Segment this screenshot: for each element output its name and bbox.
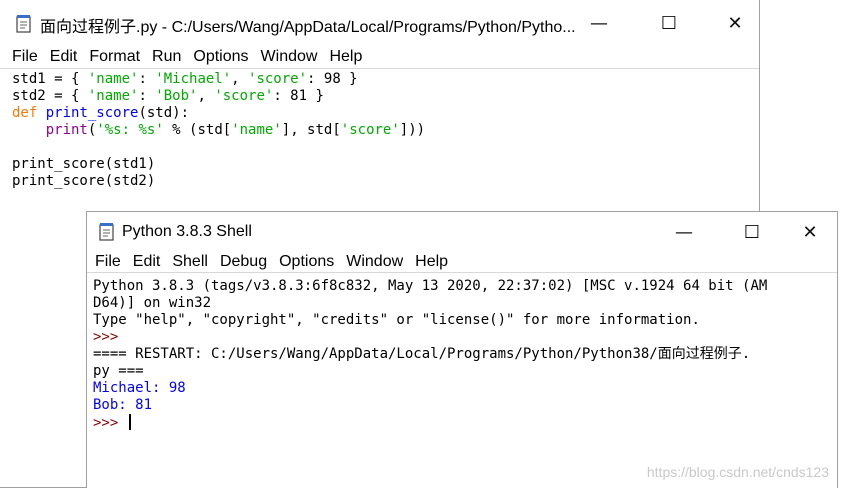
code-token: print_score(std2) xyxy=(12,173,156,189)
code-line: def print_score(std): xyxy=(12,105,425,122)
maximize-icon: ☐ xyxy=(743,221,761,243)
code-token: std1 = { xyxy=(12,71,88,87)
shell-menu-help[interactable]: Help xyxy=(409,253,454,271)
maximize-icon: ☐ xyxy=(660,12,678,34)
code-token: def xyxy=(12,105,38,121)
code-token: ])) xyxy=(399,122,426,138)
editor-title: 面向过程例子.py - C:/Users/Wang/AppData/Local/… xyxy=(40,19,576,36)
code-token: py === xyxy=(93,363,144,379)
editor-menu-file[interactable]: File xyxy=(6,48,44,66)
code-token: >>> xyxy=(93,415,127,431)
minimize-button[interactable]: — xyxy=(661,212,707,252)
code-token: Type "help", "copyright", "credits" or "… xyxy=(93,312,700,328)
code-token: 'score' xyxy=(214,88,274,104)
code-token: ==== RESTART: C:/Users/Wang/AppData/Loca… xyxy=(93,346,751,362)
code-line: print('%s: %s' % (std['name'], std['scor… xyxy=(12,122,425,139)
editor-menu-format[interactable]: Format xyxy=(83,48,146,66)
code-token: '%s: %s' xyxy=(96,122,164,138)
shell-output-area[interactable]: Python 3.8.3 (tags/v3.8.3:6f8c832, May 1… xyxy=(93,278,767,431)
shell-line: >>> xyxy=(93,414,767,431)
editor-menu-run[interactable]: Run xyxy=(146,48,187,66)
shell-line: Python 3.8.3 (tags/v3.8.3:6f8c832, May 1… xyxy=(93,278,767,295)
shell-line: Michael: 98 xyxy=(93,380,767,397)
close-icon: ✕ xyxy=(727,12,743,34)
editor-menu-window[interactable]: Window xyxy=(255,48,324,66)
editor-menu-edit[interactable]: Edit xyxy=(44,48,84,66)
code-token: print xyxy=(45,122,88,138)
code-token: 'name' xyxy=(87,71,139,87)
code-token: 'Bob' xyxy=(155,88,198,104)
shell-menu-file[interactable]: File xyxy=(89,253,127,271)
code-token: Michael: 98 xyxy=(93,380,186,396)
editor-menubar: File Edit Format Run Options Window Help xyxy=(0,46,759,68)
shell-line: ==== RESTART: C:/Users/Wang/AppData/Loca… xyxy=(93,346,767,363)
code-token: print_score xyxy=(45,105,139,121)
shell-line: D64)] on win32 xyxy=(93,295,767,312)
minimize-button[interactable]: — xyxy=(576,0,622,46)
shell-title: Python 3.8.3 Shell xyxy=(122,223,252,240)
code-line: print_score(std2) xyxy=(12,173,425,190)
shell-titlebar[interactable]: Python 3.8.3 Shell — ☐ ✕ xyxy=(87,212,837,252)
minimize-icon: — xyxy=(590,12,608,34)
code-token: >>> xyxy=(93,329,127,345)
code-token: 'name' xyxy=(87,88,139,104)
code-token: : xyxy=(138,88,156,104)
editor-menu-help[interactable]: Help xyxy=(323,48,368,66)
code-token: Python 3.8.3 (tags/v3.8.3:6f8c832, May 1… xyxy=(93,278,768,294)
code-token: , xyxy=(231,71,249,87)
shell-menu-options[interactable]: Options xyxy=(273,253,340,271)
editor-code-area[interactable]: std1 = { 'name': 'Michael', 'score': 98 … xyxy=(12,71,425,190)
code-token: % (std[ xyxy=(163,122,232,138)
editor-menu-options[interactable]: Options xyxy=(187,48,254,66)
minimize-icon: — xyxy=(675,221,693,243)
shell-menu-debug[interactable]: Debug xyxy=(214,253,273,271)
close-icon: ✕ xyxy=(802,221,818,243)
close-button[interactable]: ✕ xyxy=(787,212,833,252)
maximize-button[interactable]: ☐ xyxy=(729,212,775,252)
shell-line: Bob: 81 xyxy=(93,397,767,414)
close-button[interactable]: ✕ xyxy=(712,0,758,46)
editor-titlebar[interactable]: 面向过程例子.py - C:/Users/Wang/AppData/Local/… xyxy=(0,0,759,46)
notepad-icon xyxy=(16,15,31,33)
code-token: : xyxy=(138,71,156,87)
shell-line: >>> xyxy=(93,329,767,346)
code-token: 'name' xyxy=(231,122,282,138)
shell-menu-edit[interactable]: Edit xyxy=(127,253,167,271)
text-cursor xyxy=(128,414,131,430)
shell-line: Type "help", "copyright", "credits" or "… xyxy=(93,312,767,329)
shell-line: py === xyxy=(93,363,767,380)
code-token: std2 = { xyxy=(12,88,88,104)
code-token: : 98 } xyxy=(307,71,358,87)
code-token: 'Michael' xyxy=(155,71,232,87)
code-token: (std): xyxy=(138,105,190,121)
code-token: : 81 } xyxy=(273,88,324,104)
code-line: print_score(std1) xyxy=(12,156,425,173)
notepad-icon xyxy=(99,223,114,241)
code-token: Bob: 81 xyxy=(93,397,153,413)
shell-menu-window[interactable]: Window xyxy=(340,253,409,271)
shell-window: Python 3.8.3 Shell — ☐ ✕ File Edit Shell De… xyxy=(86,211,838,488)
code-line: std2 = { 'name': 'Bob', 'score': 81 } xyxy=(12,88,425,105)
code-line: std1 = { 'name': 'Michael', 'score': 98 … xyxy=(12,71,425,88)
watermark: https://blog.csdn.net/cnds123 xyxy=(646,464,829,480)
maximize-button[interactable]: ☐ xyxy=(646,0,692,46)
code-token: 'score' xyxy=(340,122,400,138)
code-token: 'score' xyxy=(248,71,308,87)
code-token: ], std[ xyxy=(281,122,341,138)
code-token: D64)] on win32 xyxy=(93,295,212,311)
shell-menubar: File Edit Shell Debug Options Window Help xyxy=(87,252,837,272)
shell-menu-shell[interactable]: Shell xyxy=(166,253,214,271)
code-token: print_score(std1) xyxy=(12,156,156,172)
code-token: , xyxy=(197,88,215,104)
